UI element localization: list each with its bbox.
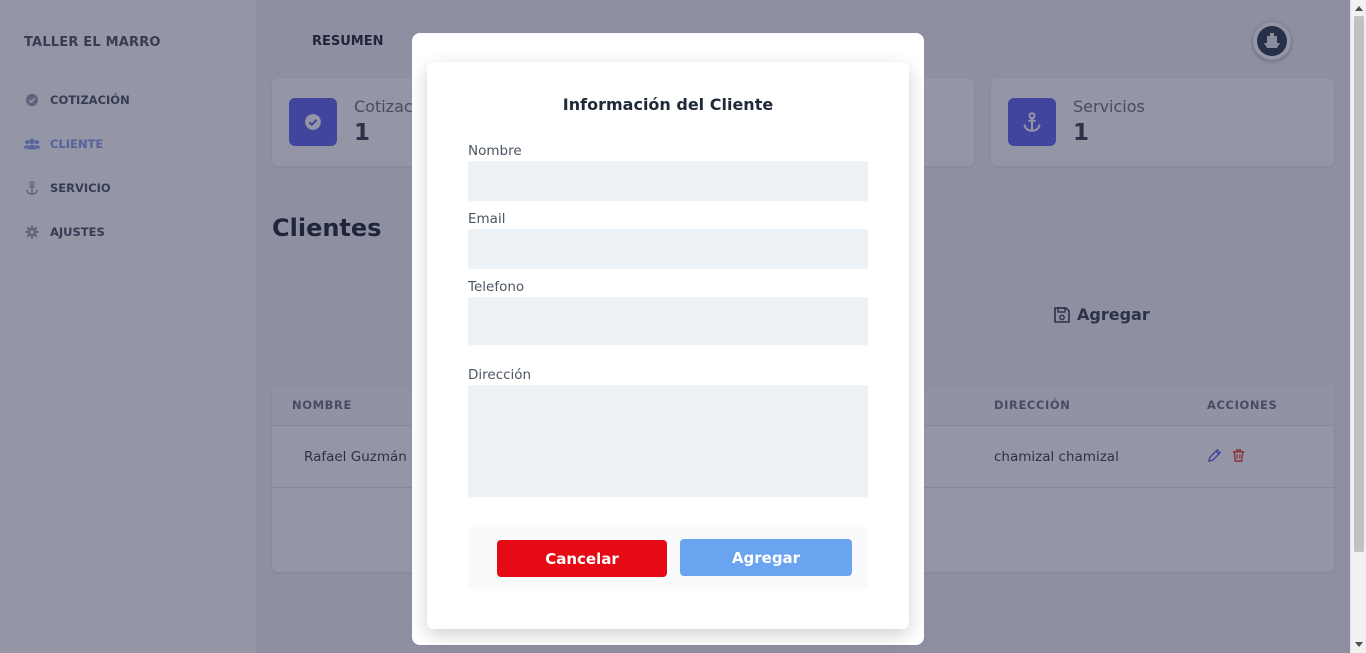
- direccion-textarea[interactable]: [468, 385, 868, 497]
- scroll-down-icon[interactable]: [1355, 642, 1363, 647]
- nombre-label: Nombre: [468, 143, 522, 159]
- direccion-label: Dirección: [468, 367, 532, 383]
- nombre-input[interactable]: [468, 161, 868, 201]
- telefono-input[interactable]: [468, 297, 868, 345]
- submit-add-button[interactable]: Agregar: [680, 539, 852, 576]
- scroll-up-icon[interactable]: [1355, 6, 1363, 11]
- email-input[interactable]: [468, 229, 868, 269]
- telefono-label: Telefono: [468, 279, 525, 295]
- scrollbar[interactable]: [1350, 0, 1366, 653]
- modal-title: Información del Cliente: [562, 95, 774, 114]
- email-label: Email: [468, 211, 506, 227]
- cancel-button[interactable]: Cancelar: [497, 540, 667, 577]
- scrollbar-thumb[interactable]: [1354, 16, 1364, 552]
